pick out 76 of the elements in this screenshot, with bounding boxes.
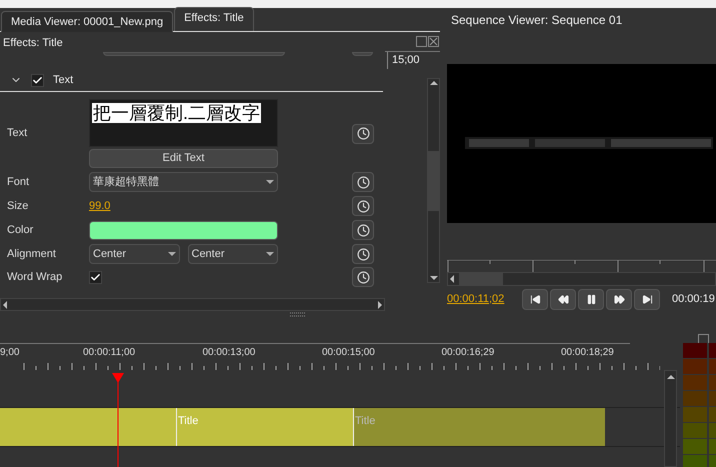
section-label: Text [53, 72, 74, 88]
viewer-title: Sequence Viewer: Sequence 01 [450, 12, 624, 29]
clock-icon [356, 248, 370, 260]
keyframe-button[interactable] [352, 244, 374, 264]
close-icon[interactable] [428, 36, 439, 47]
property-label: Alignment [6, 246, 57, 262]
clock-icon [356, 176, 370, 188]
scroll-left-icon[interactable] [450, 275, 454, 284]
checkbox[interactable] [89, 270, 102, 284]
dropdown[interactable]: Center [89, 244, 180, 264]
playhead-icon[interactable] [112, 373, 124, 467]
float-icon[interactable] [416, 36, 427, 47]
playback-button[interactable] [634, 288, 660, 310]
edit-text-button[interactable]: Edit Text [89, 149, 278, 168]
ruler-label: 00:00:18;29 [561, 346, 614, 360]
scroll-left-icon[interactable] [3, 300, 7, 308]
scrollbar-thumb[interactable] [428, 150, 439, 210]
scroll-right-icon[interactable] [378, 300, 382, 308]
pause-icon [586, 294, 596, 305]
keyframe-button[interactable] [352, 196, 374, 216]
clock-icon [356, 127, 370, 140]
scrollbar-thumb[interactable] [459, 273, 503, 286]
keyframe-button[interactable] [352, 267, 374, 287]
keyframe-time: 15;00 [387, 52, 420, 68]
dropdown[interactable]: Center [188, 244, 278, 264]
clock-icon [356, 270, 370, 284]
ruler-label: 00:00:13;00 [202, 346, 256, 360]
text-field[interactable]: 把一層覆制.二層改字 [89, 99, 278, 147]
playback-button[interactable] [606, 288, 632, 310]
section-checkbox[interactable] [31, 74, 44, 86]
ruler-label: 9;00 [0, 346, 20, 360]
ruler-label: 00:00:15;00 [322, 346, 375, 360]
viewer-scrollbar[interactable] [447, 272, 716, 286]
scroll-up-icon[interactable] [430, 81, 438, 85]
playback-button[interactable] [522, 288, 548, 310]
scroll-up-icon[interactable] [666, 375, 674, 379]
end-timecode: 00:00:19 [672, 292, 715, 307]
panel-tab[interactable]: Effects: Title [174, 7, 254, 31]
scroll-down-icon[interactable] [430, 276, 438, 280]
keyframe-button[interactable] [352, 124, 374, 144]
viewer-ruler-drawing[interactable] [447, 260, 716, 272]
ruler-label: 00:00:16;29 [442, 346, 494, 360]
skip-back-icon [530, 294, 540, 305]
property-label: Text [6, 126, 28, 142]
horizontal-scrollbar[interactable] [0, 298, 385, 311]
vertical-scrollbar[interactable] [427, 78, 440, 283]
keyframe-button[interactable] [352, 172, 374, 192]
dropdown-arrow-icon [266, 252, 274, 256]
playback-button[interactable] [578, 288, 604, 310]
dropdown-arrow-icon [266, 180, 274, 184]
clock-icon [356, 224, 370, 236]
field-text: 把一層覆制.二層改字 [92, 103, 262, 123]
property-label: Font [6, 174, 30, 190]
property-label: Word Wrap [6, 270, 64, 285]
color-swatch[interactable] [89, 220, 278, 240]
clip-title: Title [177, 415, 198, 427]
dropdown[interactable]: 華康超特黑體 [89, 172, 278, 192]
playback-button[interactable] [550, 288, 576, 310]
property-label: Size [6, 198, 30, 214]
rewind-icon [558, 294, 568, 305]
timeline-clip[interactable] [0, 408, 176, 446]
timeline-scrollbar[interactable] [664, 370, 677, 467]
current-timecode[interactable]: 00:00:11;02 [447, 290, 520, 308]
panel-title: Effects: Title [2, 36, 64, 51]
time-ruler[interactable]: 9;00 00:00:11;00 00:00:13;00 00:00:15;00 00:00:16;29 00:00:18;29 [0, 343, 630, 370]
clip-title: Title [354, 415, 376, 427]
panel-tab[interactable]: Media Viewer: 00001_New.png [1, 11, 174, 32]
splitter-grip-icon[interactable] [290, 312, 306, 318]
property-label: Color [6, 222, 34, 238]
clock-icon [356, 200, 370, 212]
skip-forward-icon [642, 294, 652, 305]
ruler-label: 00:00:11;00 [83, 346, 136, 360]
dropdown-arrow-icon [168, 252, 176, 256]
keyframe-button[interactable] [352, 220, 374, 240]
size-value[interactable]: 99.0 [89, 198, 110, 214]
fast-forward-icon [614, 294, 624, 305]
